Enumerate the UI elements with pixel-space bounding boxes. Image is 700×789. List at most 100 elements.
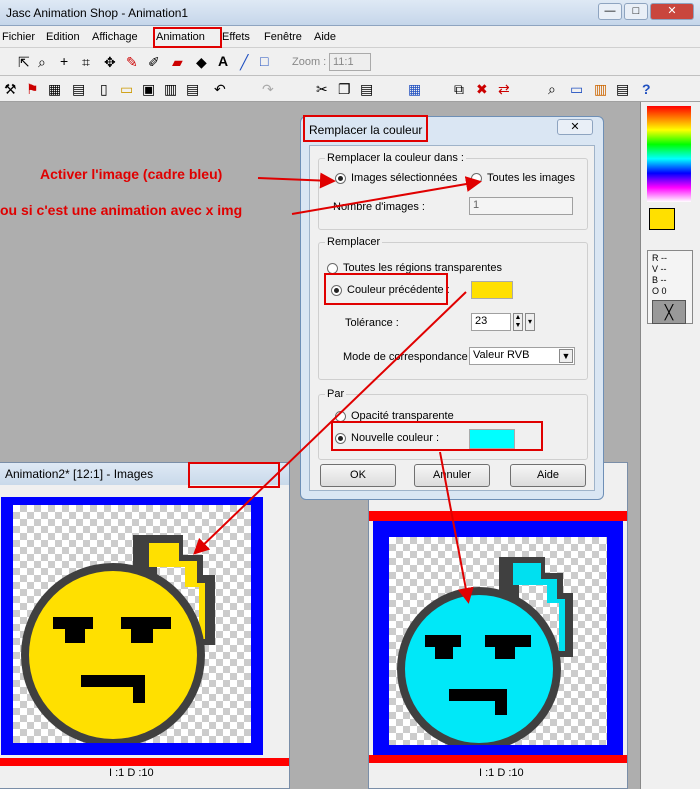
cancel-button[interactable]: Annuler	[414, 464, 490, 487]
image-window-right[interactable]: I :1 D :10	[368, 462, 628, 789]
tolerance-label: Tolérance :	[345, 317, 399, 329]
red-bottom-border-left	[0, 758, 289, 766]
close-button[interactable]: ✕	[650, 3, 694, 20]
highlight-window-buttons	[188, 462, 280, 488]
minimize-button[interactable]: —	[598, 3, 622, 20]
save-icon[interactable]: ▣	[142, 81, 155, 97]
annotation-activate-image: Activer l'image (cadre bleu)	[40, 166, 223, 182]
move-icon[interactable]: ✥	[104, 54, 116, 70]
eraser-icon[interactable]: ▰	[172, 54, 183, 70]
film-strip-icon[interactable]: ▤	[616, 81, 629, 97]
annotation-animation-note: ou si c'est une animation avec x img	[0, 202, 243, 218]
save-all-icon[interactable]: ▥	[164, 81, 177, 97]
match-mode-label: Mode de correspondance :	[343, 351, 474, 363]
opacity-readout: O 0	[652, 286, 667, 296]
menu-bar: Fichier Edition Affichage Animation Effe…	[0, 26, 700, 48]
green-readout: V --	[652, 264, 667, 274]
zoom-select[interactable]: 11:1	[329, 53, 371, 71]
new-file-icon[interactable]: ▯	[100, 81, 108, 97]
zoom-label: Zoom :	[292, 56, 327, 68]
line-icon[interactable]: ╱	[240, 54, 248, 70]
banner-icon[interactable]: ⚑	[26, 81, 39, 97]
frame-status-left: I :1 D :10	[109, 767, 154, 779]
frame-count-label: Nombre d'images :	[333, 201, 425, 213]
bomb-image-yellow	[21, 535, 215, 743]
fill-icon[interactable]: ◆	[196, 54, 207, 70]
arrow-icon[interactable]: ⇱	[18, 54, 30, 70]
red-readout: R --	[652, 253, 667, 263]
app-title: Jasc Animation Shop - Animation1	[6, 6, 189, 20]
tolerance-input[interactable]: 23	[471, 313, 511, 331]
color-panel: R -- V -- B -- O 0 ╳	[640, 102, 700, 789]
group-replace-in-title: Remplacer la couleur dans :	[325, 152, 466, 164]
radio-all-images-label: Toutes les images	[487, 172, 576, 184]
crop-icon[interactable]: ⌗	[82, 54, 90, 70]
menu-effets[interactable]: Effets	[222, 31, 250, 43]
radio-all-images[interactable]	[471, 173, 482, 184]
color-palette[interactable]	[647, 106, 691, 202]
menu-aide[interactable]: Aide	[314, 31, 336, 43]
image-window-left-title: Animation2* [12:1] - Images	[5, 467, 154, 481]
image-canvas-left[interactable]	[1, 497, 263, 755]
frame-status-right: I :1 D :10	[479, 767, 524, 779]
group-replace-in: Remplacer la couleur dans : Images sélec…	[318, 152, 588, 230]
tolerance-spinner[interactable]: ▲ ▼	[513, 313, 523, 331]
paste-icon[interactable]: ▤	[360, 81, 373, 97]
title-bar: Jasc Animation Shop - Animation1 — □ ✕	[0, 0, 700, 26]
menu-fichier[interactable]: Fichier	[2, 31, 35, 43]
cut-icon[interactable]: ✂	[316, 81, 328, 97]
transparent-swatch: ╳	[652, 300, 686, 324]
arrange-icon[interactable]: ⇄	[498, 81, 510, 97]
rectangle-icon[interactable]: □	[260, 53, 268, 69]
brush-icon[interactable]: ✐	[148, 54, 160, 70]
maximize-button[interactable]: □	[624, 3, 648, 20]
delete-frame-icon[interactable]: ✖	[476, 81, 488, 97]
help-icon[interactable]: ?	[642, 81, 651, 97]
image-window-left[interactable]: Animation2* [12:1] - Images I :1 D :10	[0, 462, 290, 789]
highlight-new-color	[331, 421, 543, 451]
dialog-close-button[interactable]: ✕	[557, 119, 593, 135]
tools-toolbar: ⇱ ⌕ + ⌗ ✥ ✎ ✐ ▰ ◆ A ╱ □ Zoom : 11:1	[0, 48, 700, 76]
menu-edition[interactable]: Edition	[46, 31, 80, 43]
highlight-animation-menu	[153, 27, 222, 48]
previous-color-swatch[interactable]	[471, 281, 513, 299]
zoom-icon[interactable]: ⌕	[38, 54, 46, 70]
image-canvas-right[interactable]	[373, 521, 623, 761]
blue-readout: B --	[652, 275, 667, 285]
frames-icon[interactable]: ▦	[48, 81, 61, 97]
wizard-icon[interactable]: ⚒	[4, 81, 17, 97]
tolerance-dropdown[interactable]: ▾	[525, 313, 535, 331]
bomb-image-cyan	[397, 557, 573, 745]
open-folder-icon[interactable]: ▭	[120, 81, 133, 97]
palette-icon[interactable]: ▥	[594, 81, 607, 97]
red-bottom-border-right	[369, 755, 627, 763]
group-replace-title: Remplacer	[325, 236, 383, 248]
redo-icon[interactable]: ↷	[262, 81, 274, 97]
red-top-border-right	[369, 511, 627, 521]
insert-frame-icon[interactable]: ▦	[408, 81, 421, 97]
help-button[interactable]: Aide	[510, 464, 586, 487]
main-toolbar: ⚒ ⚑ ▦ ▤ ▯ ▭ ▣ ▥ ▤ ↶ ↷ ✂ ❐ ▤ ▦ ⧉ ✖ ⇄ ⌕ ▭ …	[0, 76, 700, 102]
chevron-down-icon[interactable]: ▼	[559, 349, 573, 363]
preview-icon[interactable]: ▭	[570, 81, 583, 97]
print-icon[interactable]: ▤	[186, 81, 199, 97]
frame-count-field: 1	[469, 197, 573, 215]
magnify-icon[interactable]: ⌕	[548, 81, 556, 97]
highlight-previous-color	[324, 273, 448, 305]
menu-fenetre[interactable]: Fenêtre	[264, 31, 302, 43]
properties-icon[interactable]: ⧉	[454, 81, 464, 97]
text-icon[interactable]: A	[218, 53, 228, 69]
copy-icon[interactable]: ❐	[338, 81, 351, 97]
radio-selected-images-label: Images sélectionnées	[351, 172, 458, 184]
color-info-box: R -- V -- B -- O 0 ╳	[647, 250, 693, 324]
group-replace: Remplacer Toutes les régions transparent…	[318, 236, 588, 380]
dropper-icon[interactable]: ✎	[126, 54, 138, 70]
highlight-dialog-title	[303, 115, 428, 142]
film-icon[interactable]: ▤	[72, 81, 85, 97]
crosshair-icon[interactable]: +	[60, 53, 68, 69]
menu-affichage[interactable]: Affichage	[92, 31, 138, 43]
foreground-color-swatch[interactable]	[649, 208, 675, 230]
ok-button[interactable]: OK	[320, 464, 396, 487]
undo-icon[interactable]: ↶	[214, 81, 226, 97]
radio-selected-images[interactable]	[335, 173, 346, 184]
